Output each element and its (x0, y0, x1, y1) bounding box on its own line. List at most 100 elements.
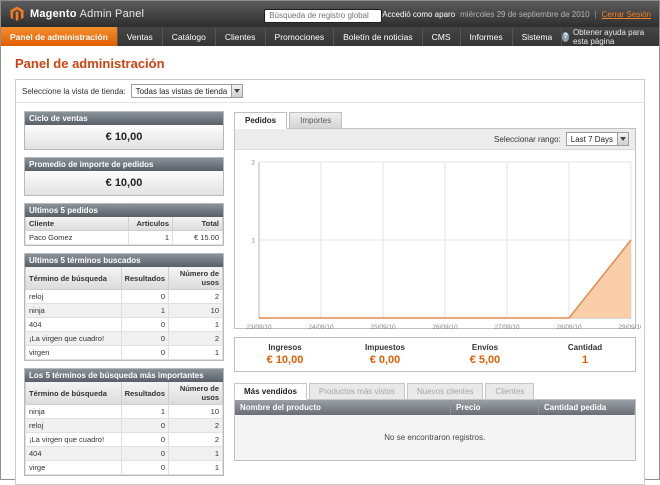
cell-results: 0 (121, 290, 168, 304)
cell-results: 0 (121, 433, 168, 447)
cell-uses: 2 (169, 433, 223, 447)
nav-item-system[interactable]: Sistema (513, 27, 563, 46)
svg-text:1: 1 (251, 238, 255, 245)
top-search-terms-card: Los 5 términos de búsqueda más important… (24, 368, 224, 476)
col-header-customer: Cliente (26, 217, 129, 231)
col-header-term: Término de búsqueda (26, 382, 122, 405)
cell-uses: 2 (169, 332, 223, 346)
cell-total: € 15.00 (173, 231, 223, 245)
table-row[interactable]: Paco Gomez 1 € 15.00 (26, 231, 223, 245)
current-date: miércoles 29 de septiembre de 2010 (460, 10, 589, 19)
last-orders-card: Ultimos 5 pedidos Cliente Articulos Tota… (24, 203, 224, 246)
stat-label: Ingresos (235, 343, 335, 352)
store-view-value: Todas las vistas de tienda (132, 85, 232, 97)
tab-bestsellers[interactable]: Más vendidos (234, 383, 307, 400)
nav-item-customers[interactable]: Clientes (216, 27, 266, 46)
cell-term: ¡La virgen que cuadro! (26, 433, 122, 447)
col-header-total: Total (173, 217, 223, 231)
tab-customers[interactable]: Clientes (485, 383, 534, 400)
table-row[interactable]: 404 0 1 (26, 318, 223, 332)
product-name: Admin Panel (80, 8, 145, 20)
table-row[interactable]: virgen 0 1 (26, 346, 223, 360)
card-title: Ultimos 5 términos buscados (25, 254, 223, 267)
content-area: Panel de administración Seleccione la vi… (1, 46, 659, 485)
cell-uses: 10 (169, 405, 223, 419)
svg-text:27/09/10: 27/09/10 (494, 324, 520, 331)
col-header-uses: Número de usos (169, 267, 223, 290)
table-row[interactable]: 404 0 1 (26, 447, 223, 461)
sales-chart: 23/09/1024/09/1025/09/1026/09/1027/09/10… (235, 150, 635, 328)
card-title: Ciclo de ventas (25, 112, 223, 125)
cell-results: 0 (121, 346, 168, 360)
card-title: Promedio de importe de pedidos (25, 158, 223, 171)
lifetime-sales-value: € 10,00 (25, 125, 223, 149)
nav-item-catalog[interactable]: Catálogo (163, 27, 216, 46)
stat-value: € 5,00 (435, 354, 535, 366)
cell-term: ¡La virgen que cuadro! (26, 332, 122, 346)
dashboard-right-column: Pedidos Importes Seleccionar rango: Last… (234, 111, 636, 476)
page-help-link[interactable]: ? Obtener ayuda para esta página (562, 27, 659, 46)
help-icon: ? (562, 32, 569, 42)
global-search-input[interactable] (264, 9, 382, 23)
tab-amounts[interactable]: Importes (289, 112, 342, 129)
cell-term: reloj (26, 290, 122, 304)
brand-name: Magento (30, 8, 77, 20)
cell-term: virgen (26, 346, 122, 360)
chart-panel: Seleccionar rango: Last 7 Days 23/09/102… (234, 128, 636, 329)
cell-customer: Paco Gomez (26, 231, 129, 245)
chevron-down-icon (231, 85, 242, 97)
stat-value: € 10,00 (235, 354, 335, 366)
col-header-price: Precio (451, 400, 539, 415)
cell-results: 1 (121, 405, 168, 419)
last-search-terms-card: Ultimos 5 términos buscados Término de b… (24, 253, 224, 361)
stat-label: Cantidad (535, 343, 635, 352)
tab-most-viewed[interactable]: Productos más vistos (309, 383, 405, 400)
grid-tabs: Más vendidos Productos más vistos Nuevos… (234, 383, 636, 400)
svg-text:25/09/10: 25/09/10 (370, 324, 396, 331)
nav-item-promotions[interactable]: Promociones (266, 27, 335, 46)
nav-item-cms[interactable]: CMS (423, 27, 461, 46)
cell-uses: 1 (169, 461, 223, 475)
tab-orders[interactable]: Pedidos (234, 112, 287, 129)
cell-uses: 1 (169, 318, 223, 332)
svg-text:24/09/10: 24/09/10 (308, 324, 334, 331)
empty-message: No se encontraron registros. (235, 415, 635, 460)
cell-results: 0 (121, 318, 168, 332)
svg-text:2: 2 (251, 160, 255, 167)
lifetime-sales-card: Ciclo de ventas € 10,00 (24, 111, 224, 150)
table-row[interactable]: virge 0 1 (26, 461, 223, 475)
cell-uses: 2 (169, 290, 223, 304)
col-header-items: Articulos (129, 217, 173, 231)
range-select[interactable]: Last 7 Days (566, 132, 629, 146)
products-grid: Nombre del producto Precio Cantidad pedi… (234, 399, 636, 461)
nav-item-newsletter[interactable]: Boletín de noticias (334, 27, 422, 46)
chevron-down-icon (617, 133, 628, 145)
range-label: Seleccionar rango: (494, 135, 561, 144)
nav-item-dashboard[interactable]: Panel de administración (1, 27, 118, 46)
cell-uses: 1 (169, 346, 223, 360)
card-title: Ultimos 5 pedidos (25, 204, 223, 217)
table-row[interactable]: ninja 1 10 (26, 304, 223, 318)
stat-tax: Impuestos € 0,00 (335, 343, 435, 366)
col-header-results: Resultados (121, 382, 168, 405)
table-row[interactable]: ¡La virgen que cuadro! 0 2 (26, 433, 223, 447)
last-orders-table: Cliente Articulos Total Paco Gomez 1 € 1… (25, 217, 223, 245)
cell-uses: 10 (169, 304, 223, 318)
table-row[interactable]: reloj 0 2 (26, 290, 223, 304)
last-search-terms-table: Término de búsqueda Resultados Número de… (25, 267, 223, 360)
nav-item-reports[interactable]: Informes (461, 27, 513, 46)
col-header-qty: Cantidad pedida (539, 400, 635, 415)
empty-row: No se encontraron registros. (235, 415, 635, 460)
products-table: Nombre del producto Precio Cantidad pedi… (235, 400, 635, 460)
nav-item-sales[interactable]: Ventas (118, 27, 163, 46)
tab-new-customers[interactable]: Nuevos clientes (407, 383, 483, 400)
svg-text:28/09/10: 28/09/10 (556, 324, 582, 331)
average-orders-card: Promedio de importe de pedidos € 10,00 (24, 157, 224, 196)
table-row[interactable]: reloj 0 2 (26, 419, 223, 433)
stat-shipping: Envíos € 5,00 (435, 343, 535, 366)
table-row[interactable]: ninja 1 10 (26, 405, 223, 419)
table-row[interactable]: ¡La virgen que cuadro! 0 2 (26, 332, 223, 346)
stat-value: 1 (535, 354, 635, 366)
store-view-select[interactable]: Todas las vistas de tienda (131, 84, 244, 98)
logout-link[interactable]: Cerrar Sesión (602, 10, 651, 19)
